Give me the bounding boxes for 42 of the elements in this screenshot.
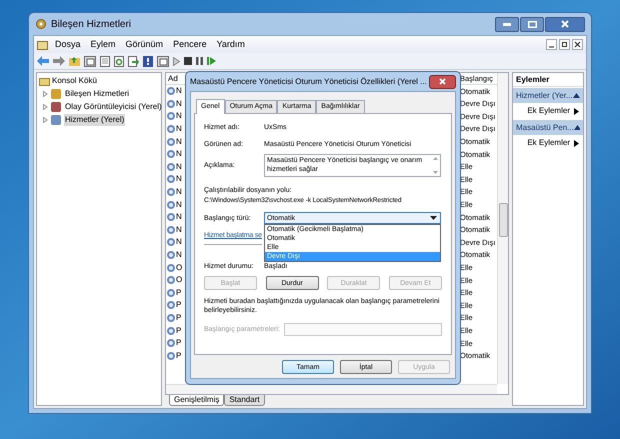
- service-name[interactable]: N: [176, 148, 182, 160]
- action-link[interactable]: Ek Eylemler: [527, 137, 570, 149]
- view-tab[interactable]: Genişletilmiş: [169, 395, 224, 406]
- view-tab[interactable]: Standart: [224, 395, 265, 406]
- service-name[interactable]: P: [176, 286, 182, 299]
- window-title: Bileşen Hizmetleri: [51, 18, 132, 32]
- tree-item[interactable]: Olay Görüntüleyicisi (Yerel): [64, 100, 163, 112]
- service-name[interactable]: N: [176, 110, 182, 122]
- service-name[interactable]: N: [176, 136, 182, 148]
- service-name[interactable]: P: [176, 337, 182, 350]
- menu-item[interactable]: Pencere: [168, 38, 212, 52]
- service-name[interactable]: N: [176, 173, 182, 186]
- service-name[interactable]: N: [176, 186, 182, 198]
- dialog-title: Masaüstü Pencere Yöneticisi Oturum Yöneticisi Özellikleri (Yerel ...: [190, 76, 427, 88]
- service-name[interactable]: O: [176, 274, 182, 286]
- service-name[interactable]: N: [176, 85, 182, 98]
- section-header[interactable]: Masaüstü Pen...: [513, 120, 583, 135]
- service-name[interactable]: O: [176, 262, 182, 274]
- service-name[interactable]: P: [176, 350, 182, 362]
- service-name[interactable]: P: [176, 324, 182, 337]
- section-title: Hizmetler (Yer...: [516, 90, 573, 102]
- service-name[interactable]: N: [176, 249, 182, 262]
- menu-item[interactable]: Yardım: [212, 38, 250, 52]
- menu-item[interactable]: Görünüm: [120, 38, 168, 52]
- service-name[interactable]: N: [176, 198, 182, 211]
- menu-item[interactable]: Dosya: [50, 38, 86, 52]
- action-link[interactable]: Ek Eylemler: [527, 105, 570, 117]
- service-name[interactable]: N: [176, 98, 182, 110]
- service-name[interactable]: P: [176, 312, 182, 324]
- service-name[interactable]: N: [176, 123, 182, 136]
- service-name[interactable]: P: [176, 299, 182, 312]
- menu-item[interactable]: Eylem: [86, 38, 121, 52]
- service-name[interactable]: N: [176, 224, 182, 236]
- service-name[interactable]: N: [176, 236, 182, 248]
- service-name[interactable]: N: [176, 160, 182, 173]
- service-name[interactable]: N: [176, 211, 182, 224]
- section-header[interactable]: Hizmetler (Yer...: [513, 88, 583, 103]
- tree-item[interactable]: Bileşen Hizmetleri: [64, 88, 130, 100]
- section-title: Masaüstü Pen...: [516, 122, 574, 134]
- tree-item[interactable]: Konsol Kökü: [52, 75, 97, 87]
- actions-title: Eylemler: [513, 73, 583, 87]
- tree-item[interactable]: Hizmetler (Yerel): [64, 114, 126, 126]
